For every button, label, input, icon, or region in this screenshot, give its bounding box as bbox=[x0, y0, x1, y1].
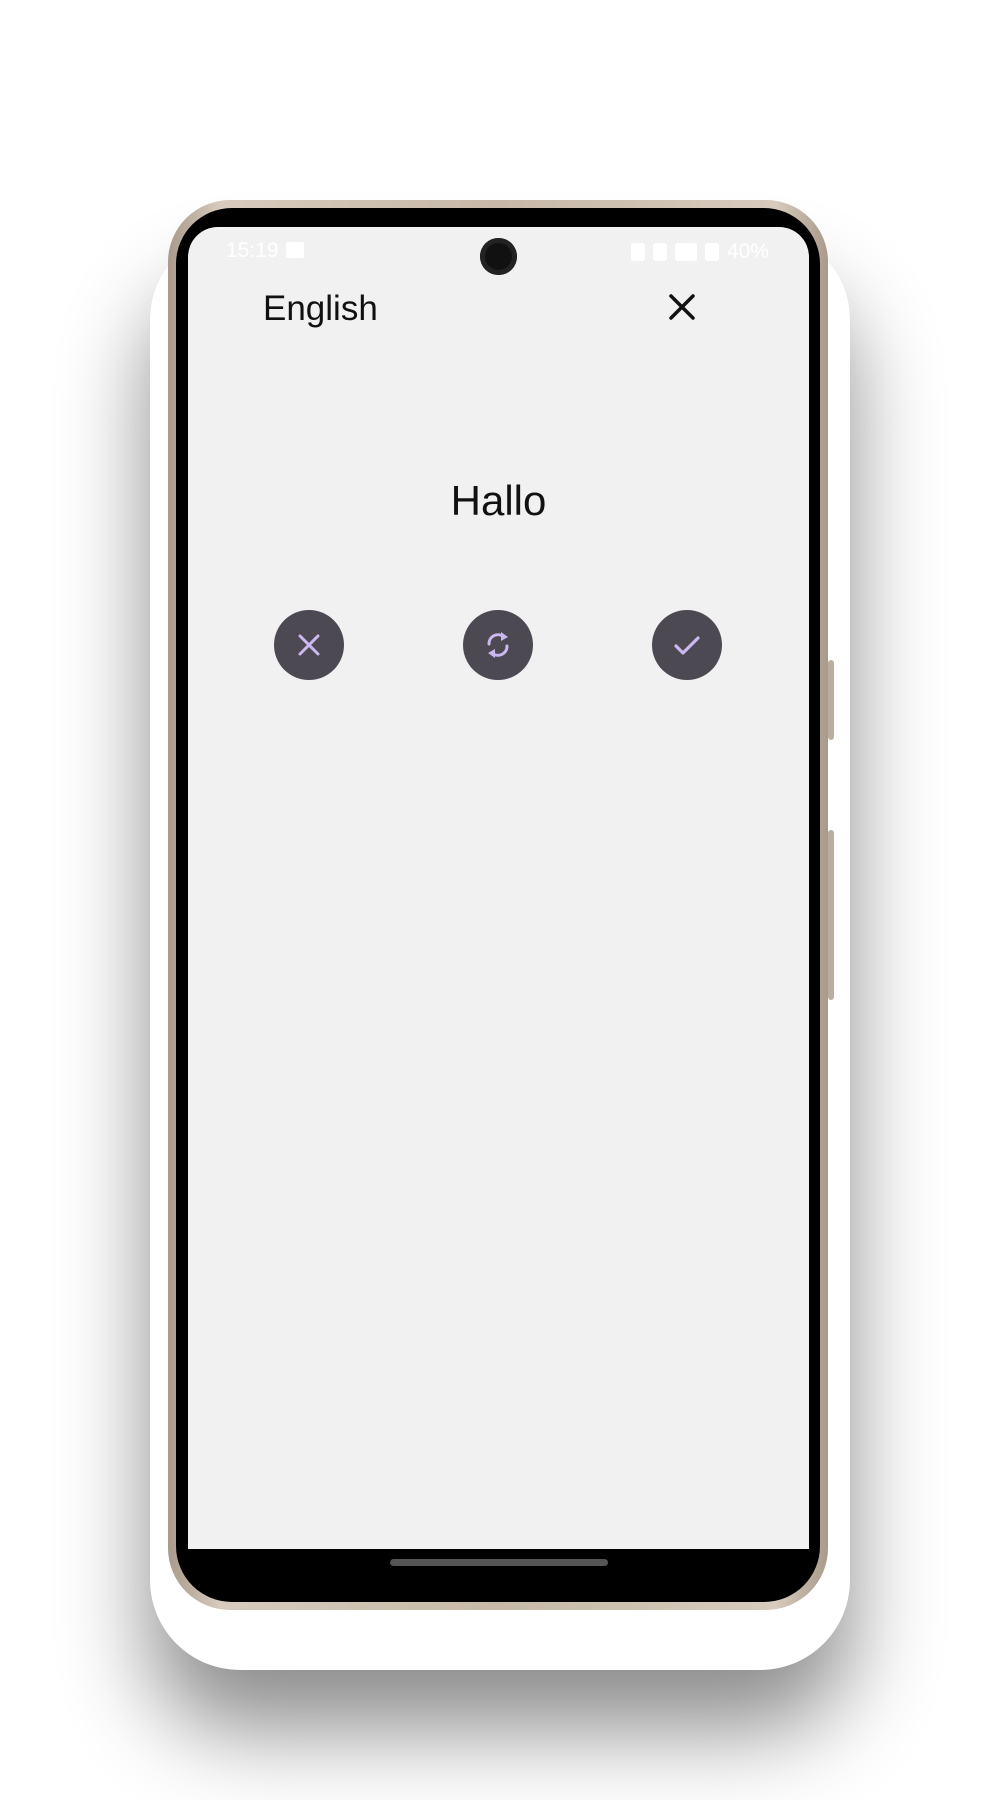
status-time: 15:19 bbox=[226, 239, 279, 262]
flip-button[interactable] bbox=[463, 610, 533, 680]
close-icon bbox=[669, 294, 695, 320]
wifi-icon bbox=[674, 243, 697, 261]
volume-button bbox=[828, 660, 834, 740]
status-icons: 40% bbox=[630, 240, 769, 264]
battery-level: 40% bbox=[726, 240, 769, 263]
check-icon bbox=[674, 636, 700, 655]
signal-icon bbox=[704, 243, 719, 261]
language-label[interactable]: English bbox=[263, 289, 378, 329]
home-indicator[interactable] bbox=[390, 1559, 608, 1566]
power-button bbox=[828, 830, 834, 1000]
correct-button[interactable] bbox=[652, 610, 722, 680]
wrong-button[interactable] bbox=[274, 610, 344, 680]
x-icon bbox=[298, 634, 320, 656]
front-camera bbox=[480, 238, 517, 275]
flashcard-word: Hallo bbox=[450, 477, 547, 524]
image-notification-icon bbox=[286, 242, 304, 258]
vibrate-icon bbox=[630, 243, 645, 261]
status-bar: 15:19 40% bbox=[188, 227, 809, 279]
device-mockup: 15:19 40% English Hallo bbox=[0, 0, 1000, 1800]
top-row: English bbox=[188, 279, 809, 339]
bluetooth-icon bbox=[652, 243, 667, 261]
refresh-icon bbox=[487, 632, 509, 658]
close-button[interactable] bbox=[662, 287, 702, 327]
app-screen: 15:19 40% English Hallo bbox=[188, 227, 809, 1549]
